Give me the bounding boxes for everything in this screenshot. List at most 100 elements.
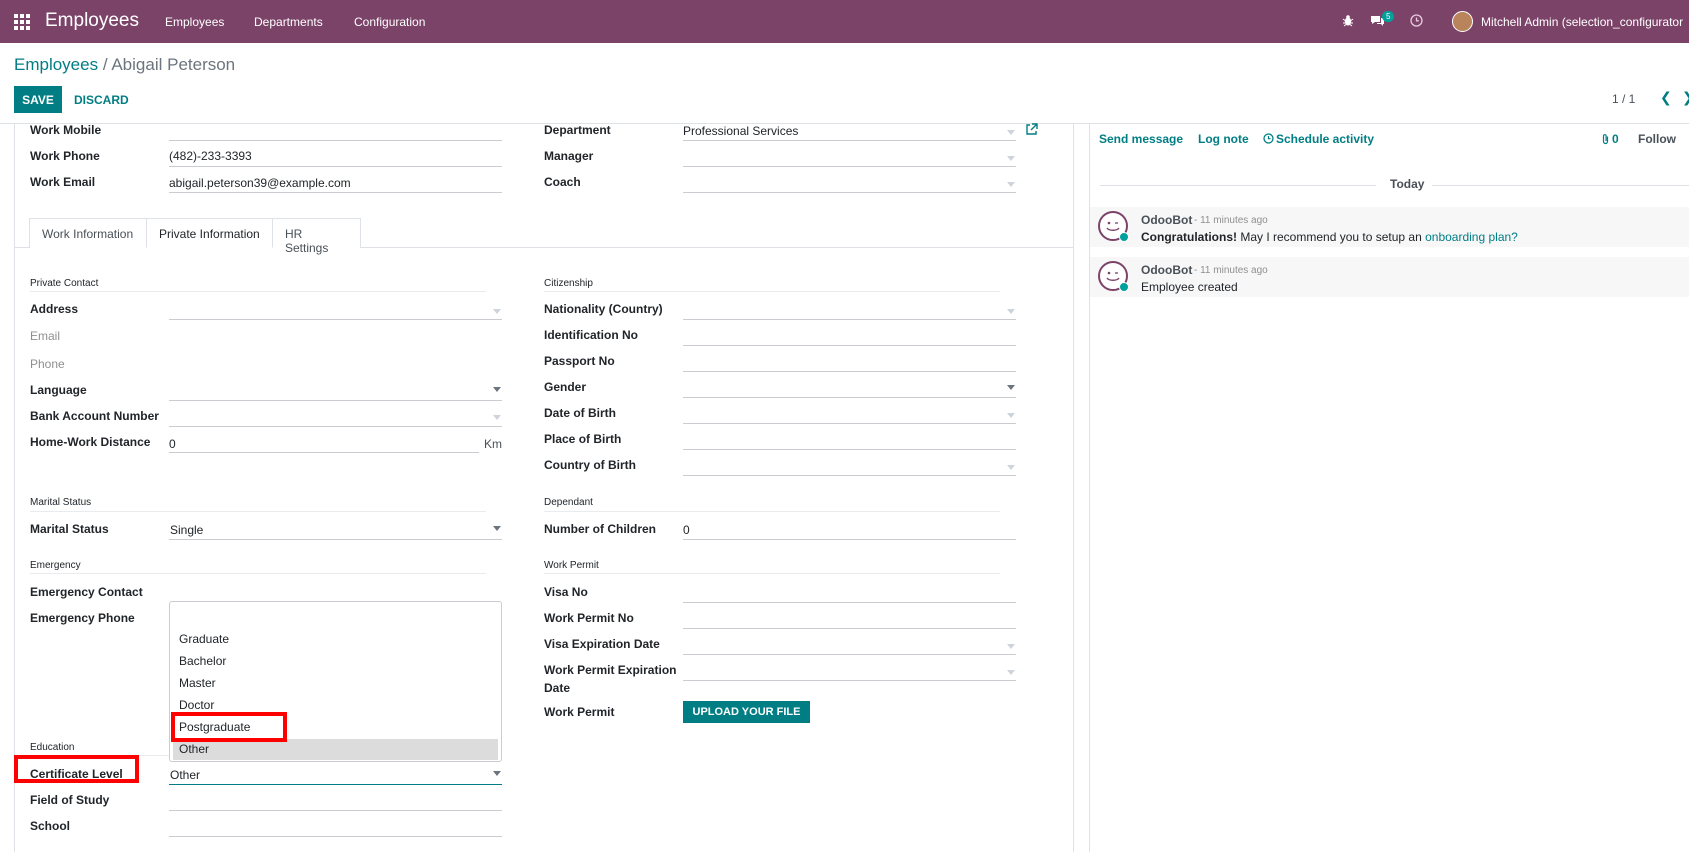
user-menu[interactable]: Mitchell Admin (selection_configurator: [1481, 15, 1683, 29]
visa-expiration-field[interactable]: [683, 654, 1016, 655]
breadcrumb-employees[interactable]: Employees: [14, 55, 98, 74]
coach-field[interactable]: [683, 192, 1016, 193]
visa-no-field[interactable]: [683, 602, 1016, 603]
nationality-field[interactable]: [683, 319, 1016, 320]
address-field[interactable]: [169, 319, 502, 320]
pager-value[interactable]: 1 / 1: [1612, 92, 1635, 106]
marital-status-section: Marital Status: [30, 497, 92, 508]
certificate-level-field[interactable]: Other: [170, 768, 200, 782]
option-graduate[interactable]: Graduate: [179, 632, 229, 646]
pager-previous-icon[interactable]: ❮: [1660, 89, 1672, 106]
bank-account-field[interactable]: [169, 426, 502, 427]
clock-icon: [1263, 133, 1274, 147]
passport-field[interactable]: [683, 371, 1016, 372]
emergency-contact-label: Emergency Contact: [30, 585, 143, 599]
option-master[interactable]: Master: [179, 676, 216, 690]
department-underline: [683, 140, 1016, 141]
country-of-birth-dropdown-icon[interactable]: [1007, 465, 1015, 470]
bank-account-dropdown-icon[interactable]: [493, 415, 501, 420]
dependant-separator: [544, 511, 1000, 512]
visa-no-label: Visa No: [544, 585, 588, 599]
tab-hr-settings[interactable]: HR Settings: [272, 218, 361, 255]
date-of-birth-dropdown-icon[interactable]: [1007, 413, 1015, 418]
apps-menu-icon[interactable]: [14, 14, 30, 30]
onboarding-plan-link[interactable]: onboarding plan?: [1425, 230, 1518, 244]
work-permit-no-field[interactable]: [683, 628, 1016, 629]
certificate-level-dropdown-icon[interactable]: [493, 771, 501, 776]
option-doctor[interactable]: Doctor: [179, 698, 214, 712]
upload-file-button[interactable]: UPLOAD YOUR FILE: [683, 701, 810, 723]
message-text: May I recommend you to setup an: [1237, 230, 1426, 244]
coach-dropdown-icon[interactable]: [1007, 182, 1015, 187]
manager-field[interactable]: [683, 166, 1016, 167]
tab-work-information[interactable]: Work Information: [29, 218, 147, 248]
identification-field[interactable]: [683, 345, 1016, 346]
marital-status-dropdown-icon[interactable]: [493, 526, 501, 531]
message-author: OdooBot: [1141, 213, 1193, 227]
language-field[interactable]: [169, 400, 502, 401]
department-field[interactable]: Professional Services: [683, 124, 798, 138]
menu-departments[interactable]: Departments: [254, 15, 323, 29]
activity-clock-icon[interactable]: [1410, 14, 1423, 30]
online-status-icon: [1119, 232, 1129, 242]
work-phone-label: Work Phone: [30, 149, 100, 163]
gender-field[interactable]: [683, 397, 1016, 398]
marital-status-underline: [169, 539, 502, 540]
private-contact-section: Private Contact: [30, 278, 99, 289]
coach-label: Coach: [544, 175, 581, 189]
highlight-certificate-level: [14, 755, 139, 783]
paperclip-icon[interactable]: [1601, 133, 1610, 148]
marital-status-field[interactable]: Single: [170, 523, 203, 537]
place-of-birth-field[interactable]: [683, 449, 1016, 450]
option-bachelor[interactable]: Bachelor: [179, 654, 226, 668]
manager-dropdown-icon[interactable]: [1007, 156, 1015, 161]
menu-configuration[interactable]: Configuration: [354, 15, 425, 29]
date-of-birth-field[interactable]: [683, 423, 1016, 424]
nationality-dropdown-icon[interactable]: [1007, 309, 1015, 314]
work-mobile-field[interactable]: [169, 140, 502, 141]
work-permit-expiration-dropdown-icon[interactable]: [1007, 670, 1015, 675]
attachment-count[interactable]: 0: [1612, 132, 1619, 146]
gender-dropdown-icon[interactable]: [1007, 385, 1015, 390]
work-email-field[interactable]: abigail.peterson39@example.com: [169, 176, 351, 190]
save-button[interactable]: SAVE: [14, 86, 62, 113]
tab-private-information[interactable]: Private Information: [146, 218, 273, 248]
marital-separator: [30, 511, 486, 512]
discard-button[interactable]: DISCARD: [74, 86, 129, 113]
bug-icon[interactable]: [1342, 14, 1354, 30]
send-message-button[interactable]: Send message: [1099, 132, 1183, 146]
external-link-icon[interactable]: [1025, 123, 1038, 139]
address-dropdown-icon[interactable]: [493, 309, 501, 314]
work-mobile-label: Work Mobile: [30, 123, 102, 137]
number-of-children-underline: [683, 539, 1016, 540]
school-field[interactable]: [169, 836, 502, 837]
dropdown-hover-highlight: [173, 739, 498, 760]
work-permit-label: Work Permit: [544, 705, 615, 719]
home-work-distance-field[interactable]: 0: [169, 437, 176, 451]
online-status-icon: [1119, 282, 1129, 292]
work-permit-section: Work Permit: [544, 560, 599, 571]
follow-button[interactable]: Follow: [1638, 132, 1676, 146]
country-of-birth-field[interactable]: [683, 475, 1016, 476]
work-permit-expiration-field[interactable]: [683, 680, 1016, 681]
log-note-button[interactable]: Log note: [1198, 132, 1249, 146]
language-label: Language: [30, 383, 87, 397]
breadcrumb: Employees / Abigail Peterson: [14, 55, 235, 75]
work-phone-field[interactable]: (482)-233-3393: [169, 149, 252, 163]
user-avatar[interactable]: [1452, 11, 1473, 32]
pager-next-icon[interactable]: ❯: [1682, 89, 1689, 106]
option-other[interactable]: Other: [179, 742, 209, 756]
department-dropdown-icon[interactable]: [1007, 130, 1015, 135]
today-line-left: [1100, 185, 1376, 186]
schedule-activity-button[interactable]: Schedule activity: [1276, 132, 1374, 146]
citizenship-section: Citizenship: [544, 278, 593, 289]
work-permit-expiration-label-line2: Date: [544, 681, 571, 695]
app-brand[interactable]: Employees: [45, 10, 139, 32]
menu-employees[interactable]: Employees: [165, 15, 224, 29]
visa-expiration-dropdown-icon[interactable]: [1007, 644, 1015, 649]
language-dropdown-icon[interactable]: [493, 387, 501, 392]
work-email-underline: [169, 192, 502, 193]
field-of-study-field[interactable]: [169, 810, 502, 811]
number-of-children-field[interactable]: 0: [683, 523, 690, 537]
emergency-section: Emergency: [30, 560, 81, 571]
